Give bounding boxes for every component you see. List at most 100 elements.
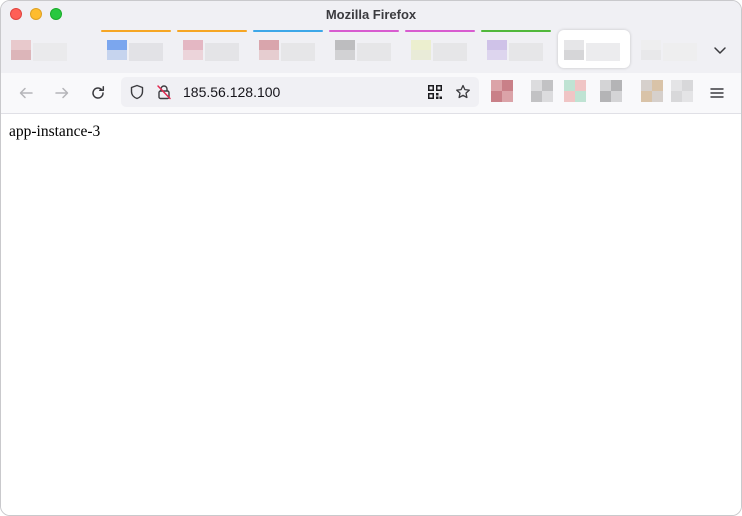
tab-favicon-icon xyxy=(269,50,279,60)
tab-favicon-icon xyxy=(564,40,574,50)
extension-icon[interactable] xyxy=(671,80,693,102)
tab-favicon-icon xyxy=(117,40,127,50)
tab-favicon-icon xyxy=(421,50,431,60)
extension-icon-pixel xyxy=(502,80,513,91)
extension-icon-pixel xyxy=(491,80,502,91)
back-button[interactable] xyxy=(14,81,38,105)
extension-icon[interactable] xyxy=(641,80,663,102)
tab-title-blurred xyxy=(445,53,457,61)
extension-icon-pixel xyxy=(671,91,682,102)
forward-button[interactable] xyxy=(50,81,74,105)
tab-title-blurred xyxy=(533,43,543,53)
url-bar[interactable]: 185.56.128.100 xyxy=(121,77,479,107)
tab-title-blurred xyxy=(57,53,67,61)
extension-icon-pixel xyxy=(600,91,611,102)
tab-title-blurred xyxy=(129,43,141,53)
browser-tab[interactable] xyxy=(177,30,247,68)
tab-title-blurred xyxy=(533,53,543,61)
tab-favicon-icon xyxy=(574,40,584,50)
tab-title-blurred xyxy=(687,43,697,53)
extension-icon[interactable] xyxy=(491,80,513,102)
tab-title-blurred xyxy=(45,43,57,53)
window-title: Mozilla Firefox xyxy=(325,7,417,22)
browser-tab[interactable] xyxy=(329,30,399,68)
tab-title-blurred xyxy=(663,53,675,61)
tab-title-blurred xyxy=(141,43,153,53)
extension-icon[interactable] xyxy=(531,80,553,102)
tab-title-blurred xyxy=(293,43,305,53)
tab-favicon-icon xyxy=(651,50,661,60)
extension-icon-pixel xyxy=(611,91,622,102)
tab-favicon-icon xyxy=(193,50,203,60)
extension-icon[interactable] xyxy=(564,80,586,102)
tab-favicon-icon xyxy=(107,50,117,60)
tab-title-blurred xyxy=(217,43,229,53)
hamburger-menu-icon[interactable] xyxy=(709,85,725,101)
tab-title-blurred xyxy=(229,43,239,53)
browser-tab[interactable] xyxy=(405,30,475,68)
tab-favicon-icon xyxy=(345,40,355,50)
tab-title-blurred xyxy=(129,53,141,61)
tab-favicon-icon xyxy=(641,50,651,60)
tab-favicon-icon xyxy=(487,50,497,60)
tab-title-blurred xyxy=(521,43,533,53)
tab-favicon-icon xyxy=(117,50,127,60)
tab-title-blurred xyxy=(509,43,521,53)
reload-button[interactable] xyxy=(86,81,110,105)
tab-favicon-icon xyxy=(11,50,21,60)
extension-icon-pixel xyxy=(531,80,542,91)
tab-title-blurred xyxy=(141,53,153,61)
browser-tab[interactable] xyxy=(253,30,323,68)
tab-title-blurred xyxy=(33,53,45,61)
extension-icon-pixel xyxy=(542,91,553,102)
tab-favicon-icon xyxy=(11,40,21,50)
tab-title-blurred xyxy=(586,53,598,61)
url-text[interactable]: 185.56.128.100 xyxy=(183,84,280,100)
tab-title-blurred xyxy=(45,53,57,61)
browser-tab[interactable] xyxy=(481,30,551,68)
extension-icon-pixel xyxy=(502,91,513,102)
extension-icon[interactable] xyxy=(600,80,622,102)
tab-title-blurred xyxy=(610,43,620,53)
tab-title-blurred xyxy=(281,53,293,61)
navigation-toolbar: 185.56.128.100 xyxy=(1,73,741,114)
bookmark-star-icon[interactable] xyxy=(455,84,471,100)
tab-title-blurred xyxy=(357,53,369,61)
tab-favicon-icon xyxy=(574,50,584,60)
tab-title-blurred xyxy=(433,53,445,61)
tab-favicon-icon xyxy=(497,40,507,50)
browser-tab[interactable] xyxy=(5,30,77,68)
shield-icon[interactable] xyxy=(129,84,145,100)
tab-title-blurred xyxy=(598,53,610,61)
tab-title-blurred xyxy=(357,43,369,53)
extension-icon-pixel xyxy=(641,91,652,102)
reload-icon xyxy=(92,86,105,99)
tab-title-blurred xyxy=(369,43,381,53)
page-content: app-instance-3 xyxy=(1,114,741,515)
tab-favicon-icon xyxy=(497,50,507,60)
insecure-lock-icon[interactable] xyxy=(156,84,172,100)
browser-tab[interactable] xyxy=(635,30,697,68)
tab-favicon-icon xyxy=(21,40,31,50)
extension-icon-pixel xyxy=(682,91,693,102)
extension-icon-pixel xyxy=(575,80,586,91)
extension-icon-pixel xyxy=(531,91,542,102)
extension-icon-pixel xyxy=(600,80,611,91)
tab-title-blurred xyxy=(281,43,293,53)
browser-tab[interactable] xyxy=(101,30,171,68)
tab-container-accent xyxy=(329,30,399,32)
tab-container-accent xyxy=(253,30,323,32)
extension-icon-pixel xyxy=(671,80,682,91)
browser-tab[interactable] xyxy=(558,30,630,68)
tab-favicon-icon xyxy=(193,40,203,50)
tab-title-blurred xyxy=(205,43,217,53)
qr-code-icon[interactable] xyxy=(427,84,443,100)
tab-container-accent xyxy=(101,30,171,32)
list-all-tabs-chevron-down-icon[interactable] xyxy=(712,42,728,58)
tab-title-blurred xyxy=(381,43,391,53)
tab-favicon-icon xyxy=(641,40,651,50)
tab-title-blurred xyxy=(369,53,381,61)
tab-favicon-icon xyxy=(335,40,345,50)
tab-title-blurred xyxy=(457,43,467,53)
tab-title-blurred xyxy=(293,53,305,61)
